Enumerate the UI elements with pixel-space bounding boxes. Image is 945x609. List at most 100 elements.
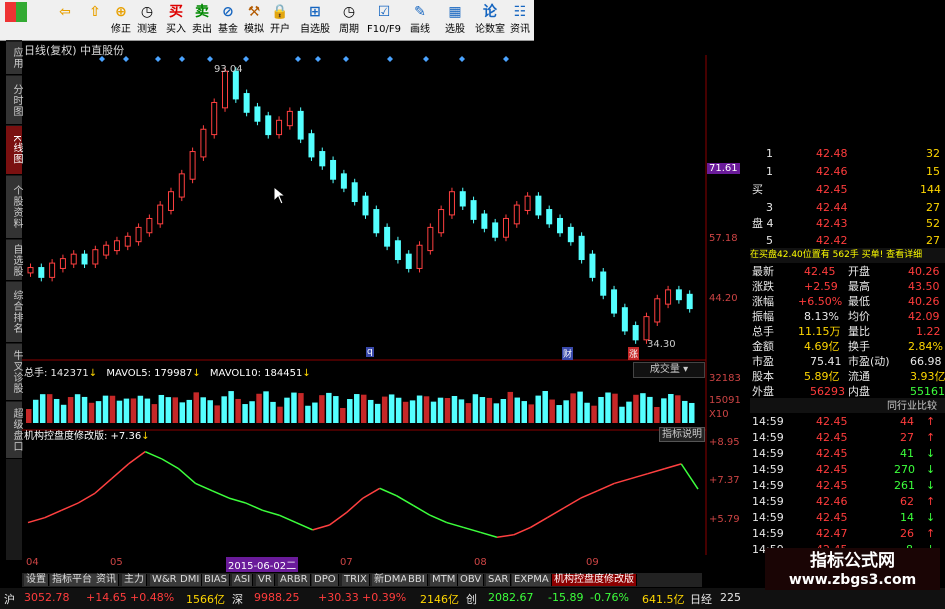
buy-order-banner[interactable]: 在买盘42.40位置有 562手 买单! 查看详细 bbox=[750, 248, 945, 263]
indicator-tab[interactable]: MTM bbox=[430, 574, 459, 586]
logo-button[interactable]: ☐ bbox=[2, 1, 30, 39]
candle[interactable] bbox=[384, 226, 391, 247]
candle[interactable] bbox=[535, 195, 542, 216]
indicator-tab[interactable]: 主力 bbox=[122, 574, 147, 586]
back-button[interactable]: ⇦ bbox=[52, 1, 78, 39]
compare-industry-button[interactable]: 同行业比较 bbox=[750, 398, 945, 413]
candle[interactable] bbox=[330, 159, 337, 180]
candle[interactable] bbox=[416, 244, 423, 269]
forum-button[interactable]: 论论数室 bbox=[474, 1, 506, 39]
candle[interactable] bbox=[502, 217, 509, 238]
event-diamond-icon[interactable] bbox=[423, 56, 429, 62]
candle[interactable] bbox=[124, 235, 131, 247]
indicator-tab[interactable]: DPO bbox=[312, 574, 339, 586]
candle[interactable] bbox=[481, 213, 488, 229]
news-button[interactable]: ☷ 资讯 bbox=[508, 1, 532, 39]
candle[interactable] bbox=[146, 217, 153, 234]
candle[interactable] bbox=[654, 298, 661, 323]
candle[interactable] bbox=[557, 217, 564, 234]
event-marker[interactable]: 财 bbox=[562, 347, 574, 360]
event-diamond-icon[interactable] bbox=[459, 56, 465, 62]
indicator-tab[interactable]: 新DMA bbox=[372, 574, 411, 586]
fund-button[interactable]: ⊘ 基金 bbox=[215, 1, 241, 39]
candle[interactable] bbox=[632, 325, 639, 341]
event-diamond-icon[interactable] bbox=[155, 56, 161, 62]
event-diamond-icon[interactable] bbox=[207, 56, 213, 62]
candle[interactable] bbox=[362, 195, 369, 216]
candle[interactable] bbox=[189, 151, 196, 180]
event-diamond-icon[interactable] bbox=[315, 56, 321, 62]
tab-apps[interactable]: 应用 bbox=[6, 42, 22, 75]
candle[interactable] bbox=[492, 222, 499, 238]
candle[interactable] bbox=[286, 110, 293, 127]
candle[interactable] bbox=[427, 226, 434, 252]
indicator-tab[interactable]: 机构控盘度修改版 bbox=[552, 574, 637, 586]
tab-intraday[interactable]: 分时图 bbox=[6, 76, 22, 125]
candle[interactable] bbox=[232, 70, 239, 100]
candle[interactable] bbox=[49, 262, 56, 278]
indicator-tab[interactable]: SAR bbox=[486, 574, 512, 586]
candle[interactable] bbox=[513, 204, 520, 225]
event-diamond-icon[interactable] bbox=[343, 56, 349, 62]
candle[interactable] bbox=[589, 253, 596, 278]
candle[interactable] bbox=[297, 110, 304, 140]
event-diamond-icon[interactable] bbox=[179, 56, 185, 62]
simulate-button[interactable]: ⚒ 模拟 bbox=[241, 1, 267, 39]
candle[interactable] bbox=[470, 200, 477, 220]
candle[interactable] bbox=[254, 106, 261, 122]
candle[interactable] bbox=[167, 191, 174, 211]
up-button[interactable]: ⇧ bbox=[84, 1, 106, 39]
candle[interactable] bbox=[578, 235, 585, 261]
event-diamond-icon[interactable] bbox=[243, 56, 249, 62]
candle[interactable] bbox=[81, 253, 88, 265]
candle[interactable] bbox=[222, 70, 229, 109]
volume-indicator-dropdown[interactable]: 成交量 ▾ bbox=[633, 362, 705, 378]
candle[interactable] bbox=[448, 191, 455, 216]
buy-button[interactable]: 买买入 bbox=[163, 1, 189, 39]
event-diamond-icon[interactable] bbox=[503, 56, 509, 62]
indicator-tab[interactable]: 资讯 bbox=[94, 574, 119, 586]
indicator-tab[interactable]: 设置 bbox=[24, 574, 49, 586]
candle[interactable] bbox=[59, 258, 66, 269]
candle[interactable] bbox=[178, 173, 185, 198]
indicator-tab[interactable]: W&R bbox=[150, 574, 180, 586]
candle[interactable] bbox=[265, 115, 272, 136]
candle[interactable] bbox=[621, 307, 628, 332]
indicator-tab[interactable]: ARBR bbox=[278, 574, 311, 586]
fix-button[interactable]: ⊕ 修正 bbox=[108, 1, 134, 39]
candle[interactable] bbox=[70, 253, 77, 265]
candle[interactable] bbox=[611, 289, 618, 314]
candle[interactable] bbox=[405, 253, 412, 269]
candle[interactable] bbox=[103, 244, 110, 256]
tab-kline[interactable]: K线图 bbox=[6, 126, 22, 175]
indicator-tab[interactable]: BIAS bbox=[202, 574, 230, 586]
speedtest-button[interactable]: ◷ 测速 bbox=[134, 1, 160, 39]
event-marker[interactable]: 涨 bbox=[628, 347, 640, 360]
candle[interactable] bbox=[567, 226, 574, 243]
stock-select-button[interactable]: ▦ 选股 bbox=[440, 1, 470, 39]
indicator-tab[interactable]: DMI bbox=[178, 574, 203, 586]
candle[interactable] bbox=[113, 240, 120, 252]
indicator-tab[interactable]: ASI bbox=[232, 574, 254, 586]
tab-stock-info[interactable]: 个股资料 bbox=[6, 176, 22, 239]
candle[interactable] bbox=[276, 119, 283, 136]
candle[interactable] bbox=[686, 293, 693, 310]
candle[interactable] bbox=[351, 182, 358, 203]
candle[interactable] bbox=[459, 191, 466, 207]
tab-diagnosis[interactable]: 牛叉诊股 bbox=[6, 344, 22, 401]
candle[interactable] bbox=[211, 101, 218, 136]
candle[interactable] bbox=[157, 204, 164, 225]
candle[interactable] bbox=[340, 173, 347, 189]
kline-chart[interactable] bbox=[22, 55, 750, 555]
candle[interactable] bbox=[92, 249, 99, 265]
candle[interactable] bbox=[643, 316, 650, 341]
draw-line-button[interactable]: ✎ 画线 bbox=[406, 1, 434, 39]
candle[interactable] bbox=[600, 271, 607, 296]
indicator-tab[interactable]: BBI bbox=[406, 574, 428, 586]
event-diamond-icon[interactable] bbox=[387, 56, 393, 62]
event-diamond-icon[interactable] bbox=[295, 56, 301, 62]
candle[interactable] bbox=[394, 240, 401, 261]
candle[interactable] bbox=[243, 93, 250, 113]
candle[interactable] bbox=[319, 151, 326, 167]
event-diamond-icon[interactable] bbox=[99, 56, 105, 62]
